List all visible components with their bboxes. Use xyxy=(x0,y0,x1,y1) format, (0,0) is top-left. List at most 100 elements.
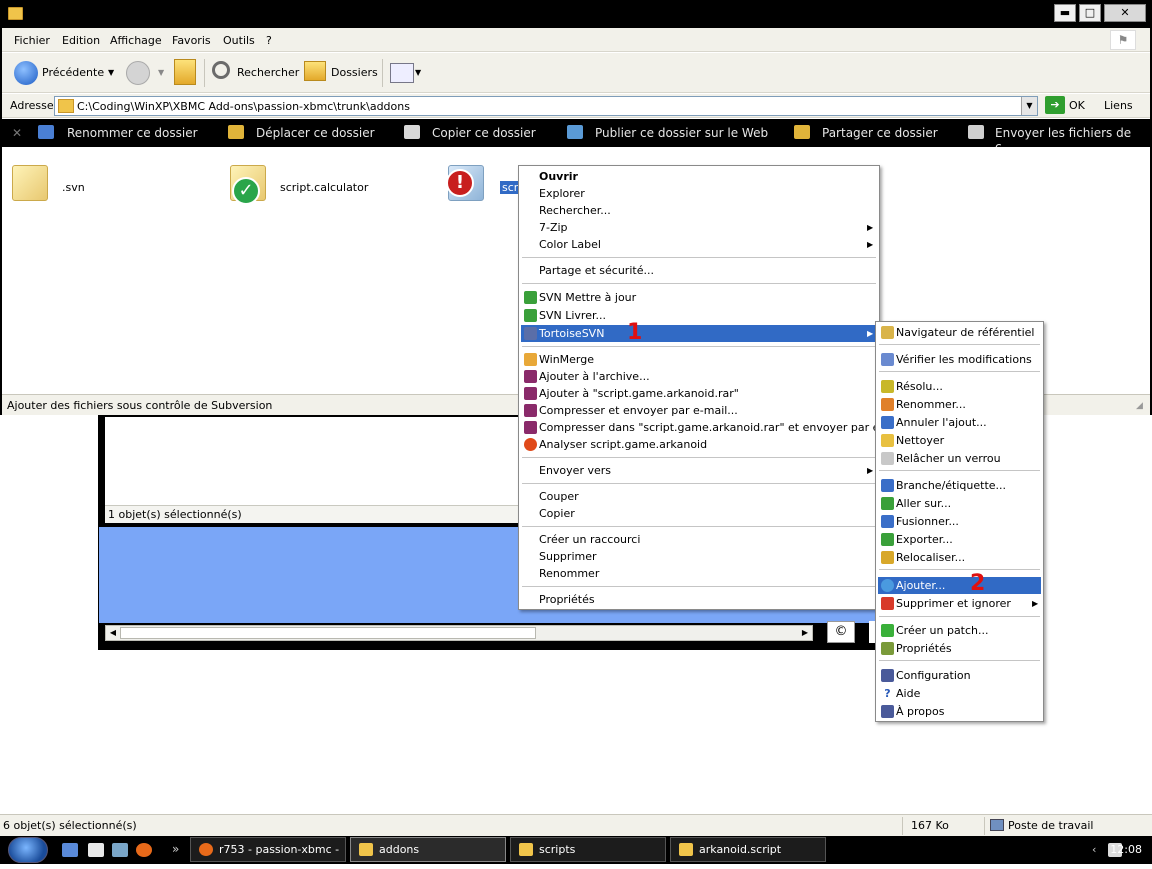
quicklaunch-app-icon[interactable] xyxy=(112,843,128,857)
task-share-folder[interactable]: Partager ce dossier xyxy=(822,126,938,140)
menu-item-open[interactable]: Ouvrir xyxy=(521,168,877,185)
menu-edition[interactable]: Edition xyxy=(62,34,100,47)
views-dropdown-icon[interactable]: ▼ xyxy=(415,68,421,77)
menu-item-cut[interactable]: Couper xyxy=(521,488,877,505)
menu-favoris[interactable]: Favoris xyxy=(172,34,211,47)
scroll-right-icon[interactable]: ▶ xyxy=(798,626,812,640)
minimize-button[interactable]: ▬ xyxy=(1054,4,1076,22)
svn-item-repo-browser[interactable]: Navigateur de référentiel xyxy=(878,324,1041,341)
maximize-button[interactable]: □ xyxy=(1079,4,1101,22)
clock[interactable]: 12:08 xyxy=(1110,843,1142,856)
taskbar-addons[interactable]: addons xyxy=(350,837,506,862)
svn-item-release-lock[interactable]: Relâcher un verrou xyxy=(878,450,1041,467)
svn-item-relocate[interactable]: Relocaliser... xyxy=(878,549,1041,566)
views-icon[interactable] xyxy=(390,63,414,83)
show-desktop-icon[interactable] xyxy=(62,843,78,857)
search-button[interactable]: Rechercher xyxy=(237,66,299,79)
svn-item-create-patch[interactable]: Créer un patch... xyxy=(878,622,1041,639)
title-bar[interactable]: ▬ □ ✕ xyxy=(2,2,1150,28)
task-label: scripts xyxy=(539,843,576,856)
svn-item-branch-tag[interactable]: Branche/étiquette... xyxy=(878,477,1041,494)
task-copy-folder[interactable]: Copier ce dossier xyxy=(432,126,536,140)
up-folder-icon[interactable] xyxy=(174,59,196,85)
address-dropdown-icon[interactable]: ▼ xyxy=(1021,97,1037,115)
search-icon[interactable] xyxy=(212,61,230,79)
menu-fichier[interactable]: Fichier xyxy=(14,34,50,47)
menu-item-properties[interactable]: Propriétés xyxy=(521,591,877,608)
svn-item-rename[interactable]: Renommer... xyxy=(878,396,1041,413)
notepad-icon[interactable] xyxy=(88,843,104,857)
tray-expand-icon[interactable]: ‹ xyxy=(1092,843,1096,856)
svn-item-merge[interactable]: Fusionner... xyxy=(878,513,1041,530)
svn-item-settings[interactable]: Configuration xyxy=(878,667,1041,684)
menu-item-tortoisesvn[interactable]: TortoiseSVN ▶ xyxy=(521,325,877,342)
branch-icon xyxy=(881,479,894,492)
go-button[interactable]: OK xyxy=(1069,99,1085,112)
menu-item-copy[interactable]: Copier xyxy=(521,505,877,522)
back-arrow-icon[interactable] xyxy=(14,61,38,85)
folders-icon[interactable] xyxy=(304,61,326,81)
quicklaunch-more-icon[interactable]: » xyxy=(172,842,179,856)
close-button[interactable]: ✕ xyxy=(1104,4,1146,22)
task-publish-web[interactable]: Publier ce dossier sur le Web xyxy=(595,126,768,140)
menu-help[interactable]: ? xyxy=(266,34,272,47)
svn-item-revert-add[interactable]: Annuler l'ajout... xyxy=(878,414,1041,431)
menu-item-svn-commit[interactable]: SVN Livrer... xyxy=(521,307,877,324)
menu-item-delete[interactable]: Supprimer xyxy=(521,548,877,565)
svn-item-switch[interactable]: Aller sur... xyxy=(878,495,1041,512)
menu-item-compress-email[interactable]: Compresser et envoyer par e-mail... xyxy=(521,402,877,419)
menu-item-winmerge[interactable]: WinMerge xyxy=(521,351,877,368)
scroll-left-icon[interactable]: ◀ xyxy=(106,626,120,640)
svn-item-about[interactable]: À propos xyxy=(878,703,1041,720)
tortoisesvn-submenu: Navigateur de référentiel Vérifier les m… xyxy=(875,321,1044,722)
links-button[interactable]: Liens xyxy=(1104,99,1133,112)
menu-item-rename[interactable]: Renommer xyxy=(521,565,877,582)
svn-item-export[interactable]: Exporter... xyxy=(878,531,1041,548)
taskbar-scripts[interactable]: scripts xyxy=(510,837,666,862)
taskbar-firefox[interactable]: r753 - passion-xbmc - ... xyxy=(190,837,346,869)
copyright-icon[interactable]: © xyxy=(827,621,855,643)
start-button[interactable] xyxy=(8,837,48,863)
firefox-icon xyxy=(199,843,213,856)
svn-item-add[interactable]: Ajouter... xyxy=(878,577,1041,594)
menu-item-explore[interactable]: Explorer xyxy=(521,185,877,202)
menu-item-scan[interactable]: Analyser script.game.arkanoid xyxy=(521,436,877,453)
go-arrow-icon[interactable]: ➔ xyxy=(1045,96,1065,114)
menu-item-add-rar[interactable]: Ajouter à "script.game.arkanoid.rar" xyxy=(521,385,877,402)
menu-item-sharing[interactable]: Partage et sécurité... xyxy=(521,262,877,279)
back-button[interactable]: Précédente xyxy=(42,66,104,79)
task-move-folder[interactable]: Déplacer ce dossier xyxy=(256,126,375,140)
menu-outils[interactable]: Outils xyxy=(223,34,255,47)
svn-item-resolved[interactable]: Résolu... xyxy=(878,378,1041,395)
address-input[interactable]: C:\Coding\WinXP\XBMC Add-ons\passion-xbm… xyxy=(54,96,1038,116)
resize-grip-icon[interactable]: ◢ xyxy=(1136,401,1146,411)
menu-item-send-to[interactable]: Envoyer vers ▶ xyxy=(521,462,877,479)
menu-item-add-archive[interactable]: Ajouter à l'archive... xyxy=(521,368,877,385)
folders-button[interactable]: Dossiers xyxy=(331,66,378,79)
annotation-marker-2: 2 xyxy=(970,571,986,596)
close-tasks-icon[interactable]: ✕ xyxy=(12,126,22,140)
svn-item-help[interactable]: ? Aide xyxy=(878,685,1041,702)
menu-item-svn-update[interactable]: SVN Mettre à jour xyxy=(521,289,877,306)
move-icon xyxy=(228,125,244,139)
add-plus-icon xyxy=(881,579,894,592)
scroll-thumb[interactable] xyxy=(120,627,536,639)
menu-item-compress-rar-email[interactable]: Compresser dans "script.game.arkanoid.ra… xyxy=(521,419,907,436)
back-dropdown-icon[interactable]: ▼ xyxy=(108,68,114,77)
menu-affichage[interactable]: Affichage xyxy=(110,34,162,47)
svn-item-delete-ignore[interactable]: Supprimer et ignorer ▶ xyxy=(878,595,1041,612)
menu-item-search[interactable]: Rechercher... xyxy=(521,202,877,219)
taskbar-arkanoid[interactable]: arkanoid.script xyxy=(670,837,826,862)
forward-dropdown-icon[interactable]: ▼ xyxy=(158,68,164,77)
firefox-icon[interactable] xyxy=(136,843,152,857)
bg-window-hscrollbar[interactable]: ◀ ▶ xyxy=(105,625,813,641)
menu-item-color-label[interactable]: Color Label ▶ xyxy=(521,236,877,253)
svn-item-check-modifications[interactable]: Vérifier les modifications xyxy=(878,351,1041,368)
menu-item-create-shortcut[interactable]: Créer un raccourci xyxy=(521,531,877,548)
menu-item-7zip[interactable]: 7-Zip ▶ xyxy=(521,219,877,236)
svn-item-cleanup[interactable]: Nettoyer xyxy=(878,432,1041,449)
svn-item-properties[interactable]: Propriétés xyxy=(878,640,1041,657)
forward-arrow-icon[interactable] xyxy=(126,61,150,85)
rename-pencil-icon xyxy=(881,398,894,411)
task-rename-folder[interactable]: Renommer ce dossier xyxy=(67,126,198,140)
